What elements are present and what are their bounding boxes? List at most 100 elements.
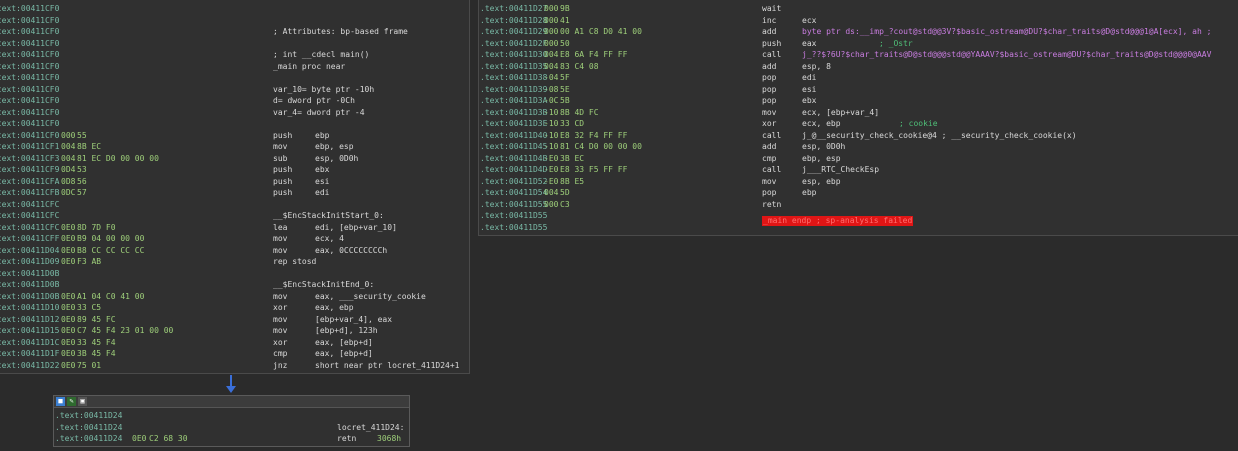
line-address: .text:00411CF0	[0, 130, 60, 140]
line-address: .text:00411D27	[480, 4, 548, 13]
disasm-line[interactable]: .text:00411D24 0E0 C2 68 30 retn 3068h	[54, 433, 409, 445]
instruction-mnemonic: var_10= byte ptr -10h	[273, 84, 375, 94]
disasm-line[interactable]: .text:00411D0B __$EncStackInitEnd_0:	[0, 279, 469, 291]
disasm-line[interactable]: .text:00411D3A -0C 5B pop ebx	[479, 95, 1238, 107]
disasm-line[interactable]: .text:00411D24	[54, 410, 409, 422]
graph-node-locret[interactable]: ■ ✎ ▣ .text:00411D24 .text:00411D24 locret…	[53, 395, 410, 447]
disasm-line[interactable]: .text:00411D52 -E0 8B E5 mov esp, ebp	[479, 176, 1238, 188]
stack-pointer: 000	[544, 38, 559, 48]
disasm-line[interactable]: .text:00411CF0 var_4= dword ptr -4	[0, 107, 469, 119]
disasm-line[interactable]: .text:00411CFA0D856 push esi	[0, 176, 469, 188]
node-color-icon[interactable]: ■	[56, 397, 65, 406]
disasm-line[interactable]: .text:00411CF0 ; Attributes: bp-based fra…	[0, 26, 469, 38]
stack-pointer: 004	[61, 153, 76, 163]
disasm-line[interactable]: .text:00411CF0 var_10= byte ptr -10h	[0, 84, 469, 96]
stack-pointer: 0DC	[61, 188, 76, 197]
instruction-mnemonic: lea	[273, 222, 288, 232]
node-edit-icon[interactable]: ✎	[67, 397, 76, 406]
line-address: .text:00411D09	[0, 257, 60, 266]
disasm-line[interactable]: .text:00411CF0	[0, 38, 469, 50]
instruction-mnemonic: call	[762, 130, 782, 140]
disasm-line[interactable]: .text:00411D24 locret_411D24:	[54, 422, 409, 434]
disasm-line[interactable]: .text:00411D3E -10 33 CD xor ecx, ebp ; cooki…	[479, 118, 1238, 130]
disasm-line[interactable]: .text:00411D220E075 01 jnz short near ptr …	[0, 360, 469, 372]
disasm-line[interactable]: .text:00411CFC	[0, 199, 469, 211]
disasm-line[interactable]: .text:00411CFB0DC57 push edi	[0, 187, 469, 199]
disasm-line[interactable]: .text:00411D35 004 83 C4 08 add esp, 8	[479, 61, 1238, 73]
stack-pointer: 0E0	[61, 349, 76, 358]
opcode-bytes: 5D	[560, 188, 570, 197]
stack-pointer: 004	[544, 188, 559, 197]
instruction-mnemonic: var_4= dword ptr -4	[273, 107, 365, 117]
disasm-line[interactable]: .text:00411D30 004 E8 6A F4 FF FF call j_??$…	[479, 49, 1238, 61]
node-titlebar[interactable]: ■ ✎ ▣	[54, 396, 409, 408]
disasm-line[interactable]: .text:00411CF0 _main proc near	[0, 61, 469, 73]
instruction-mnemonic: mov	[273, 326, 288, 335]
stack-pointer: 0E0	[61, 337, 76, 347]
disasm-line[interactable]: .text:00411D120E089 45 FC mov [ebp+var_4],…	[0, 314, 469, 326]
opcode-bytes: E8 32 F4 FF FF	[560, 130, 628, 140]
instruction-operand: ebp	[315, 130, 330, 140]
line-address: .text:00411CF0	[0, 84, 60, 94]
line-address: .text:00411D35	[480, 61, 548, 71]
line-address: .text:00411CFC	[0, 222, 60, 232]
disasm-line[interactable]: .text:00411D040E0B8 CC CC CC CC mov eax, 0…	[0, 245, 469, 257]
line-address: .text:00411D22	[0, 360, 60, 370]
node-group-icon[interactable]: ▣	[78, 397, 87, 406]
instruction-operand: esp, ebp	[802, 176, 841, 186]
disasm-line[interactable]: .text:00411D150E0C7 45 F4 23 01 00 00 mov…	[0, 325, 469, 337]
disasm-line[interactable]: .text:00411D28 000 41 inc ecx	[479, 15, 1238, 27]
disasm-line[interactable]: .text:00411D1C0E033 45 F4 xor eax, [ebp+d]	[0, 337, 469, 349]
disasm-line[interactable]: .text:00411CF000055 push ebp	[0, 130, 469, 142]
disasm-line[interactable]: .text:00411D1F0E03B 45 F4 cmp eax, [ebp+d]	[0, 348, 469, 360]
disasm-line[interactable]: .text:00411D29 000 00 A1 C8 D0 41 00 add byt…	[479, 26, 1238, 38]
disasm-line[interactable]: .text:00411D39 -08 5E pop esi	[479, 84, 1238, 96]
disasm-line[interactable]: .text:00411CF10048B EC mov ebp, esp	[0, 141, 469, 153]
disasm-line[interactable]: .text:00411D55 000 C3 retn	[479, 199, 1238, 211]
line-address: .text:00411D0B	[0, 291, 60, 301]
disasm-line[interactable]: .text:00411D100E033 C5 xor eax, ebp	[0, 302, 469, 314]
disasm-line[interactable]: .text:00411CFC0E08D 7D F0 lea edi, [ebp+va…	[0, 222, 469, 234]
disasm-line[interactable]: .text:00411D38 -04 5F pop edi	[479, 72, 1238, 84]
disasm-line[interactable]: .text:00411D2F 000 50 push eax ; _Ostr	[479, 38, 1238, 50]
instruction-mnemonic: mov	[273, 291, 288, 301]
instruction-operand: esp, 8	[802, 61, 831, 71]
disasm-line[interactable]: .text:00411D45 -10 81 C4 D0 00 00 00 add esp…	[479, 141, 1238, 153]
instruction-operand: eax, 0CCCCCCCCh	[315, 245, 388, 255]
disasm-line[interactable]: .text:00411D40 -10 E8 32 F4 FF FF call j_@__…	[479, 130, 1238, 142]
stack-pointer: 0E0	[61, 303, 76, 312]
graph-node-main-exit[interactable]: .text:00411D27 000 9B wait .text:00411D28 000…	[478, 0, 1238, 236]
graph-node-main-entry[interactable]: .text:00411CF0.text:00411CF0.text:00411C…	[0, 0, 470, 374]
instruction-mnemonic: xor	[273, 337, 288, 347]
disasm-line[interactable]: .text:00411CF0 d= dword ptr -0Ch	[0, 95, 469, 107]
disasm-line[interactable]: .text:00411CF0	[0, 72, 469, 84]
disasm-line[interactable]: .text:00411D54 004 5D pop ebp	[479, 187, 1238, 199]
instruction-mnemonic: mov	[273, 234, 288, 243]
instruction-mnemonic: xor	[762, 119, 777, 128]
opcode-bytes: 3B EC	[560, 153, 585, 163]
disasm-line[interactable]: .text:00411D0B	[0, 268, 469, 280]
disasm-line[interactable]: .text:00411CFF0E0B9 04 00 00 00 mov ecx, 4	[0, 233, 469, 245]
stack-pointer: 004	[544, 61, 559, 71]
disasm-line[interactable]: .text:00411CF300481 EC D0 00 00 00 sub esp…	[0, 153, 469, 165]
disasm-line[interactable]: .text:00411CF0	[0, 3, 469, 15]
disasm-line[interactable]: .text:00411D4D -E0 E8 33 F5 FF FF call j___R…	[479, 164, 1238, 176]
instruction-mnemonic: retn	[762, 199, 782, 209]
disasm-line[interactable]: .text:00411D090E0F3 AB rep stosd	[0, 256, 469, 268]
disasm-line[interactable]: .text:00411D3B -10 8B 4D FC mov ecx, [ebp+va…	[479, 107, 1238, 119]
disasm-line[interactable]: .text:00411D4B -E0 3B EC cmp ebp, esp	[479, 153, 1238, 165]
opcode-bytes: 00 A1 C8 D0 41 00	[560, 27, 642, 36]
disasm-line[interactable]: .text:00411CF0	[0, 15, 469, 27]
disasm-line[interactable]: .text:00411CF0 ; int __cdecl main()	[0, 49, 469, 61]
disasm-line[interactable]: .text:00411CF90D453 push ebx	[0, 164, 469, 176]
opcode-bytes: E8 6A F4 FF FF	[560, 50, 628, 59]
disasm-line[interactable]: .text:00411D0B0E0A1 04 C0 41 00 mov eax, _…	[0, 291, 469, 303]
sp-analysis-failed-label[interactable]: _main endp ; sp-analysis failed	[762, 216, 914, 226]
opcode-bytes: 33 45 F4	[77, 337, 116, 347]
disasm-line[interactable]: .text:00411CFC __$EncStackInitStart_0:	[0, 210, 469, 222]
disasm-line[interactable]: .text:00411D27 000 9B wait	[479, 3, 1238, 15]
instruction-mnemonic: cmp	[762, 153, 777, 163]
disasm-line[interactable]: .text:00411CF0	[0, 118, 469, 130]
instruction-mnemonic: __$EncStackInitStart_0:	[273, 211, 384, 220]
opcode-bytes: 9B	[560, 4, 570, 13]
